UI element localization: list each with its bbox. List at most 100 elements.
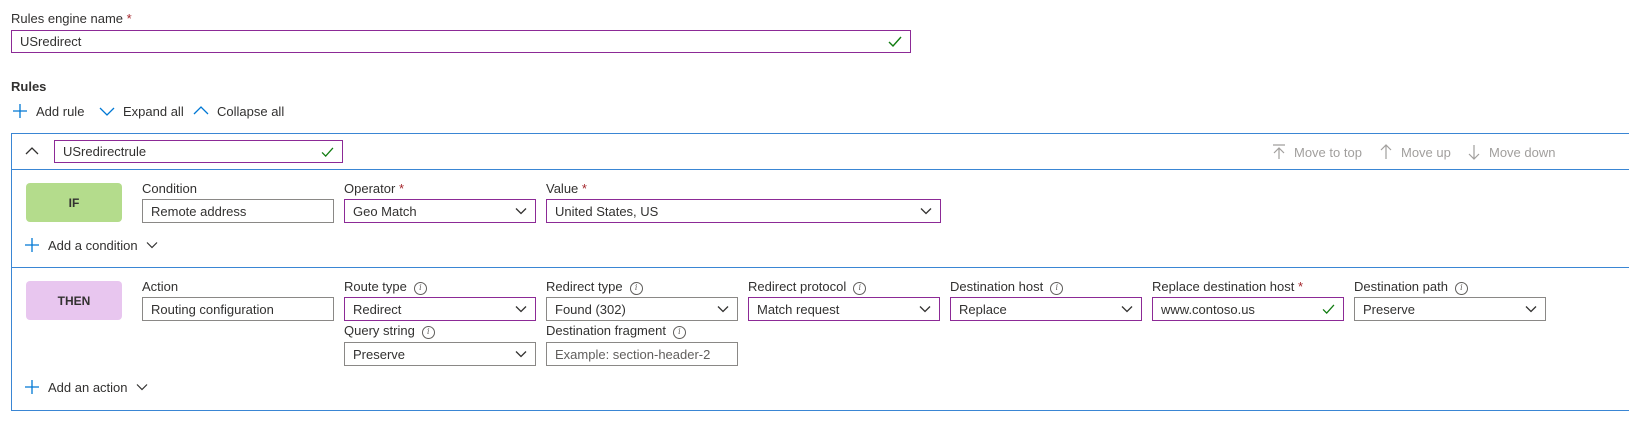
destination-host-label: Destination host i <box>950 279 1064 295</box>
route-type-dropdown[interactable]: Redirect <box>344 297 536 321</box>
redirect-protocol-label-text: Redirect protocol <box>748 279 847 294</box>
operator-label: Operator * <box>344 181 404 196</box>
redirect-type-label-text: Redirect type <box>546 279 623 294</box>
redirect-type-value: Found (302) <box>555 301 626 317</box>
move-up-button[interactable]: Move up <box>1379 144 1451 160</box>
action-input[interactable]: Routing configuration <box>142 297 334 321</box>
info-icon[interactable]: i <box>629 281 643 295</box>
rule-name-value: USredirectrule <box>63 144 147 159</box>
fragment-label: Destination fragment i <box>546 323 686 339</box>
redirect-protocol-value: Match request <box>757 301 840 317</box>
engine-name-value: USredirect <box>20 34 82 49</box>
route-type-value: Redirect <box>353 301 402 317</box>
replace-host-input[interactable]: www.contoso.us <box>1152 297 1344 321</box>
replace-host-label: Replace destination host * <box>1152 279 1303 294</box>
chevron-down-icon <box>515 305 527 313</box>
expand-all-label: Expand all <box>123 103 184 119</box>
rule-container <box>11 133 1629 411</box>
collapse-all-label: Collapse all <box>217 103 285 119</box>
fragment-input[interactable]: Example: section-header-2 <box>546 342 738 366</box>
if-then-divider <box>12 267 1629 268</box>
add-rule-button[interactable]: Add rule <box>12 103 84 119</box>
operator-value: Geo Match <box>353 203 417 219</box>
destination-host-value: Replace <box>959 301 1007 317</box>
operator-dropdown[interactable]: Geo Match <box>344 199 536 223</box>
redirect-type-dropdown[interactable]: Found (302) <box>546 297 738 321</box>
collapse-all-button[interactable]: Collapse all <box>193 103 284 119</box>
query-string-label: Query string i <box>344 323 435 339</box>
plus-icon <box>13 104 27 118</box>
destination-host-label-text: Destination host <box>950 279 1044 294</box>
value-label-text: Value <box>546 181 579 196</box>
move-to-top-button[interactable]: Move to top <box>1272 144 1362 160</box>
info-icon[interactable]: i <box>421 325 435 339</box>
destination-path-label-text: Destination path <box>1354 279 1448 294</box>
chevron-down-icon <box>515 350 527 358</box>
value-dropdown[interactable]: United States, US <box>546 199 941 223</box>
info-icon[interactable]: i <box>1454 281 1468 295</box>
redirect-protocol-label: Redirect protocol i <box>748 279 867 295</box>
required-mark: * <box>126 11 132 26</box>
action-value: Routing configuration <box>151 301 274 317</box>
collapse-rule-chevron-up-icon[interactable] <box>24 143 40 159</box>
plus-icon <box>25 238 39 252</box>
add-rule-label: Add rule <box>36 103 85 119</box>
engine-name-input[interactable]: USredirect <box>11 30 911 53</box>
move-down-label: Move down <box>1489 144 1556 160</box>
info-icon[interactable]: i <box>672 325 686 339</box>
info-icon[interactable]: i <box>413 281 427 295</box>
query-string-label-text: Query string <box>344 323 415 338</box>
required-mark: * <box>398 181 404 196</box>
query-string-dropdown[interactable]: Preserve <box>344 342 536 366</box>
query-string-value: Preserve <box>353 346 406 362</box>
move-up-label: Move up <box>1401 144 1451 160</box>
fragment-label-text: Destination fragment <box>546 323 666 338</box>
redirect-protocol-dropdown[interactable]: Match request <box>748 297 940 321</box>
move-to-top-icon <box>1273 144 1285 159</box>
condition-label: Condition <box>142 181 197 196</box>
fragment-placeholder: Example: section-header-2 <box>555 346 711 362</box>
add-condition-button[interactable]: Add a condition <box>24 237 158 253</box>
route-type-label-text: Route type <box>344 279 407 294</box>
chevron-down-icon <box>146 242 158 249</box>
operator-label-text: Operator <box>344 181 396 196</box>
move-down-button[interactable]: Move down <box>1467 144 1555 160</box>
rule-header-divider <box>12 169 1629 170</box>
value-value: United States, US <box>555 203 659 219</box>
destination-path-dropdown[interactable]: Preserve <box>1354 297 1546 321</box>
destination-path-value: Preserve <box>1363 301 1416 317</box>
info-icon[interactable]: i <box>1050 281 1064 295</box>
redirect-type-label: Redirect type i <box>546 279 643 295</box>
chevron-up-icon <box>193 106 209 115</box>
rules-heading: Rules <box>11 79 47 94</box>
action-label: Action <box>142 279 179 294</box>
expand-all-button[interactable]: Expand all <box>99 103 184 119</box>
chevron-down-icon <box>1525 305 1537 313</box>
chevron-down-icon <box>1121 305 1133 313</box>
condition-value: Remote address <box>151 203 247 219</box>
chevron-down-icon <box>99 107 115 116</box>
required-mark: * <box>581 181 587 196</box>
plus-icon <box>25 380 39 394</box>
chevron-down-icon <box>920 207 932 215</box>
replace-host-label-text: Replace destination host <box>1152 279 1295 294</box>
condition-input[interactable]: Remote address <box>142 199 334 223</box>
value-label: Value * <box>546 181 587 196</box>
check-icon <box>888 36 902 47</box>
then-tag: THEN <box>26 281 122 320</box>
info-icon[interactable]: i <box>853 281 867 295</box>
replace-host-value: www.contoso.us <box>1161 301 1255 317</box>
chevron-down-icon <box>515 207 527 215</box>
chevron-down-icon <box>136 384 147 391</box>
destination-host-dropdown[interactable]: Replace <box>950 297 1142 321</box>
rule-name-input[interactable]: USredirectrule <box>54 140 343 163</box>
arrow-up-icon <box>1380 144 1392 159</box>
destination-path-label: Destination path i <box>1354 279 1468 295</box>
engine-name-label-text: Rules engine name <box>11 11 124 26</box>
add-action-label: Add an action <box>48 379 128 395</box>
if-tag: IF <box>26 183 122 222</box>
route-type-label: Route type i <box>344 279 427 295</box>
add-action-button[interactable]: Add an action <box>24 379 148 395</box>
chevron-down-icon <box>717 305 729 313</box>
chevron-down-icon <box>919 305 931 313</box>
